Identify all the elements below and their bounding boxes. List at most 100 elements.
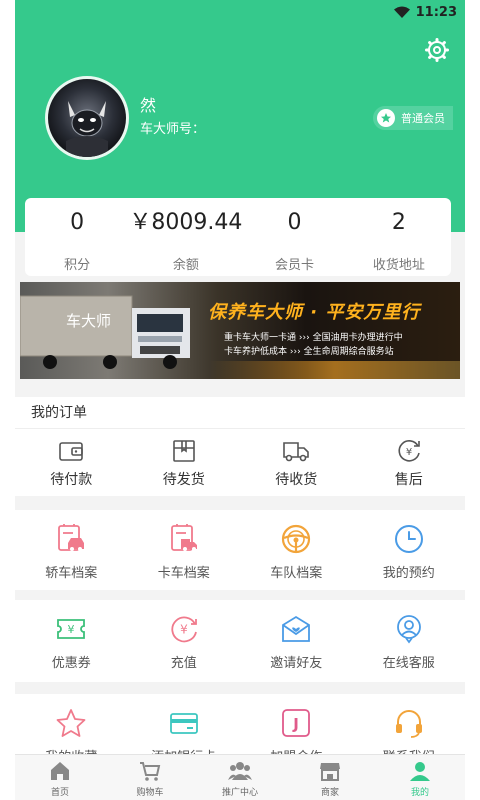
svg-text:J: J: [292, 715, 299, 733]
tab-merchants[interactable]: 商家: [285, 755, 375, 800]
my-orders-title[interactable]: 我的订单: [15, 397, 465, 429]
banner-line-1: 重卡车大师一卡通 ››› 全国油用卡办理进行中: [224, 330, 403, 343]
recharge-icon: ¥: [171, 616, 197, 643]
cart-icon: [140, 762, 161, 781]
banner-city-lights: [210, 361, 460, 379]
box-icon: [172, 440, 195, 462]
wallet-icon: [59, 442, 84, 461]
truck-image: 车大师: [20, 295, 190, 369]
star-icon: [56, 709, 86, 737]
banner-line-2: 卡车养护低成本 ››› 全生命周期综合服务站: [224, 344, 394, 357]
app-screen: 11:23 然 车大师号： 普通会员 0 积分 ￥8009.44 余额 0 会员…: [15, 0, 465, 800]
svg-text:¥: ¥: [68, 623, 75, 636]
online-service-entry[interactable]: 在线客服: [353, 600, 466, 671]
tab-promotion-center[interactable]: 推广中心: [195, 755, 285, 800]
grid-label: 充值: [170, 656, 197, 671]
wifi-icon: [393, 6, 410, 18]
tab-label: 首页: [50, 788, 69, 798]
account-stats: 0 积分 ￥8009.44 余额 0 会员卡 2 收货地址: [25, 198, 451, 276]
fleet-file-entry[interactable]: 车队档案: [240, 510, 353, 581]
promo-banner[interactable]: 车大师 保养车大师 · 平安万里行 重卡车大师一卡通 ››› 全国油用卡办理进行…: [20, 282, 460, 379]
order-after-sales[interactable]: ¥ 售后: [353, 429, 466, 489]
truck-icon: [283, 442, 310, 462]
tab-label: 我的: [410, 788, 429, 798]
service-icon: [396, 615, 421, 644]
status-bar: 11:23: [393, 4, 457, 20]
stat-value: 2: [391, 210, 406, 235]
stat-label: 会员卡: [274, 258, 314, 273]
tab-label: 购物车: [136, 788, 164, 798]
member-level-label: 普通会员: [401, 112, 445, 125]
stat-value: ￥8009.44: [129, 210, 243, 235]
grid-label: 优惠券: [51, 656, 91, 671]
tab-home[interactable]: 首页: [15, 755, 105, 800]
shop-icon: [320, 763, 340, 781]
settings-gear-icon[interactable]: [425, 38, 449, 62]
my-orders-panel: 我的订单 待付款 待发货 待收货 ¥ 售后: [15, 397, 465, 496]
headset-icon: [395, 710, 422, 738]
tab-label: 商家: [320, 788, 339, 798]
svg-text:¥: ¥: [180, 623, 188, 637]
contact-us-entry[interactable]: 联系我们: [353, 694, 466, 756]
grid-label: 轿车档案: [45, 566, 98, 581]
order-pending-payment[interactable]: 待付款: [15, 429, 128, 489]
grid-label: 邀请好友: [270, 656, 323, 671]
banner-line-2-left: 卡车养护低成本: [224, 347, 288, 357]
user-id-label: 车大师号：: [140, 122, 206, 137]
clock-icon: [394, 525, 423, 553]
truck-file-entry[interactable]: 卡车档案: [128, 510, 241, 581]
join-cooperation-entry[interactable]: J 加盟合作: [240, 694, 353, 756]
stat-addresses[interactable]: 2 收货地址: [347, 198, 451, 276]
status-time: 11:23: [415, 4, 457, 20]
join-icon: J: [282, 709, 311, 737]
steering-wheel-icon: [282, 524, 311, 554]
truck-logo-text: 车大师: [66, 312, 111, 330]
stat-value: 0: [70, 210, 85, 235]
my-appointments-entry[interactable]: 我的预约: [353, 510, 466, 581]
order-pending-receipt[interactable]: 待收货: [240, 429, 353, 489]
invite-friends-entry[interactable]: 邀请好友: [240, 600, 353, 671]
stat-label: 收货地址: [372, 258, 425, 273]
tab-label: 推广中心: [221, 788, 258, 798]
grid-label: 我的预约: [382, 566, 435, 581]
stat-balance[interactable]: ￥8009.44 余额: [129, 198, 242, 276]
banner-slogan: 保养车大师 · 平安万里行: [208, 302, 421, 323]
people-icon: [228, 762, 252, 780]
favorites-entry[interactable]: 我的收藏: [15, 694, 128, 756]
banner-line-2-arrows: ›››: [289, 347, 304, 357]
order-pending-shipment[interactable]: 待发货: [128, 429, 241, 489]
add-bank-card-entry[interactable]: 添加银行卡: [128, 694, 241, 756]
banner-line-2-right: 全生命周期综合服务站: [303, 347, 394, 357]
invite-icon: [282, 615, 311, 642]
car-file-entry[interactable]: 轿车档案: [15, 510, 128, 581]
stat-value: 0: [287, 210, 302, 235]
user-name: 然: [140, 96, 157, 115]
svg-text:¥: ¥: [406, 447, 412, 458]
banner-line-1-arrows: ›››: [298, 333, 313, 343]
member-level-badge[interactable]: 普通会员: [373, 106, 453, 130]
refund-icon: ¥: [398, 440, 420, 462]
order-label: 售后: [394, 472, 423, 488]
car-file-icon: [58, 524, 85, 551]
grid-label: 卡车档案: [157, 566, 210, 581]
wallet-services-panel: ¥ 优惠券 ¥ 充值 邀请好友 在线客服: [15, 600, 465, 682]
order-label: 待付款: [50, 472, 93, 488]
grid-label: 在线客服: [382, 656, 435, 671]
grid-label: 车队档案: [270, 566, 323, 581]
member-star-icon: [377, 109, 395, 127]
stat-label: 余额: [172, 258, 199, 273]
stat-points[interactable]: 0 积分: [25, 198, 129, 276]
avatar-image: [66, 101, 108, 157]
banner-line-1-right: 全国油用卡办理进行中: [312, 333, 403, 343]
home-icon: [51, 762, 69, 780]
coupons-entry[interactable]: ¥ 优惠券: [15, 600, 128, 671]
banner-line-1-left: 重卡车大师一卡通: [224, 333, 297, 343]
bank-card-icon: [169, 713, 198, 734]
tab-mine[interactable]: 我的: [375, 755, 465, 800]
recharge-entry[interactable]: ¥ 充值: [128, 600, 241, 671]
stat-member-cards[interactable]: 0 会员卡: [242, 198, 346, 276]
bottom-tab-bar: 首页 购物车 推广中心 商家 我的: [15, 754, 465, 800]
truck-file-icon: [170, 524, 197, 551]
tab-cart[interactable]: 购物车: [105, 755, 195, 800]
avatar[interactable]: [45, 76, 129, 160]
